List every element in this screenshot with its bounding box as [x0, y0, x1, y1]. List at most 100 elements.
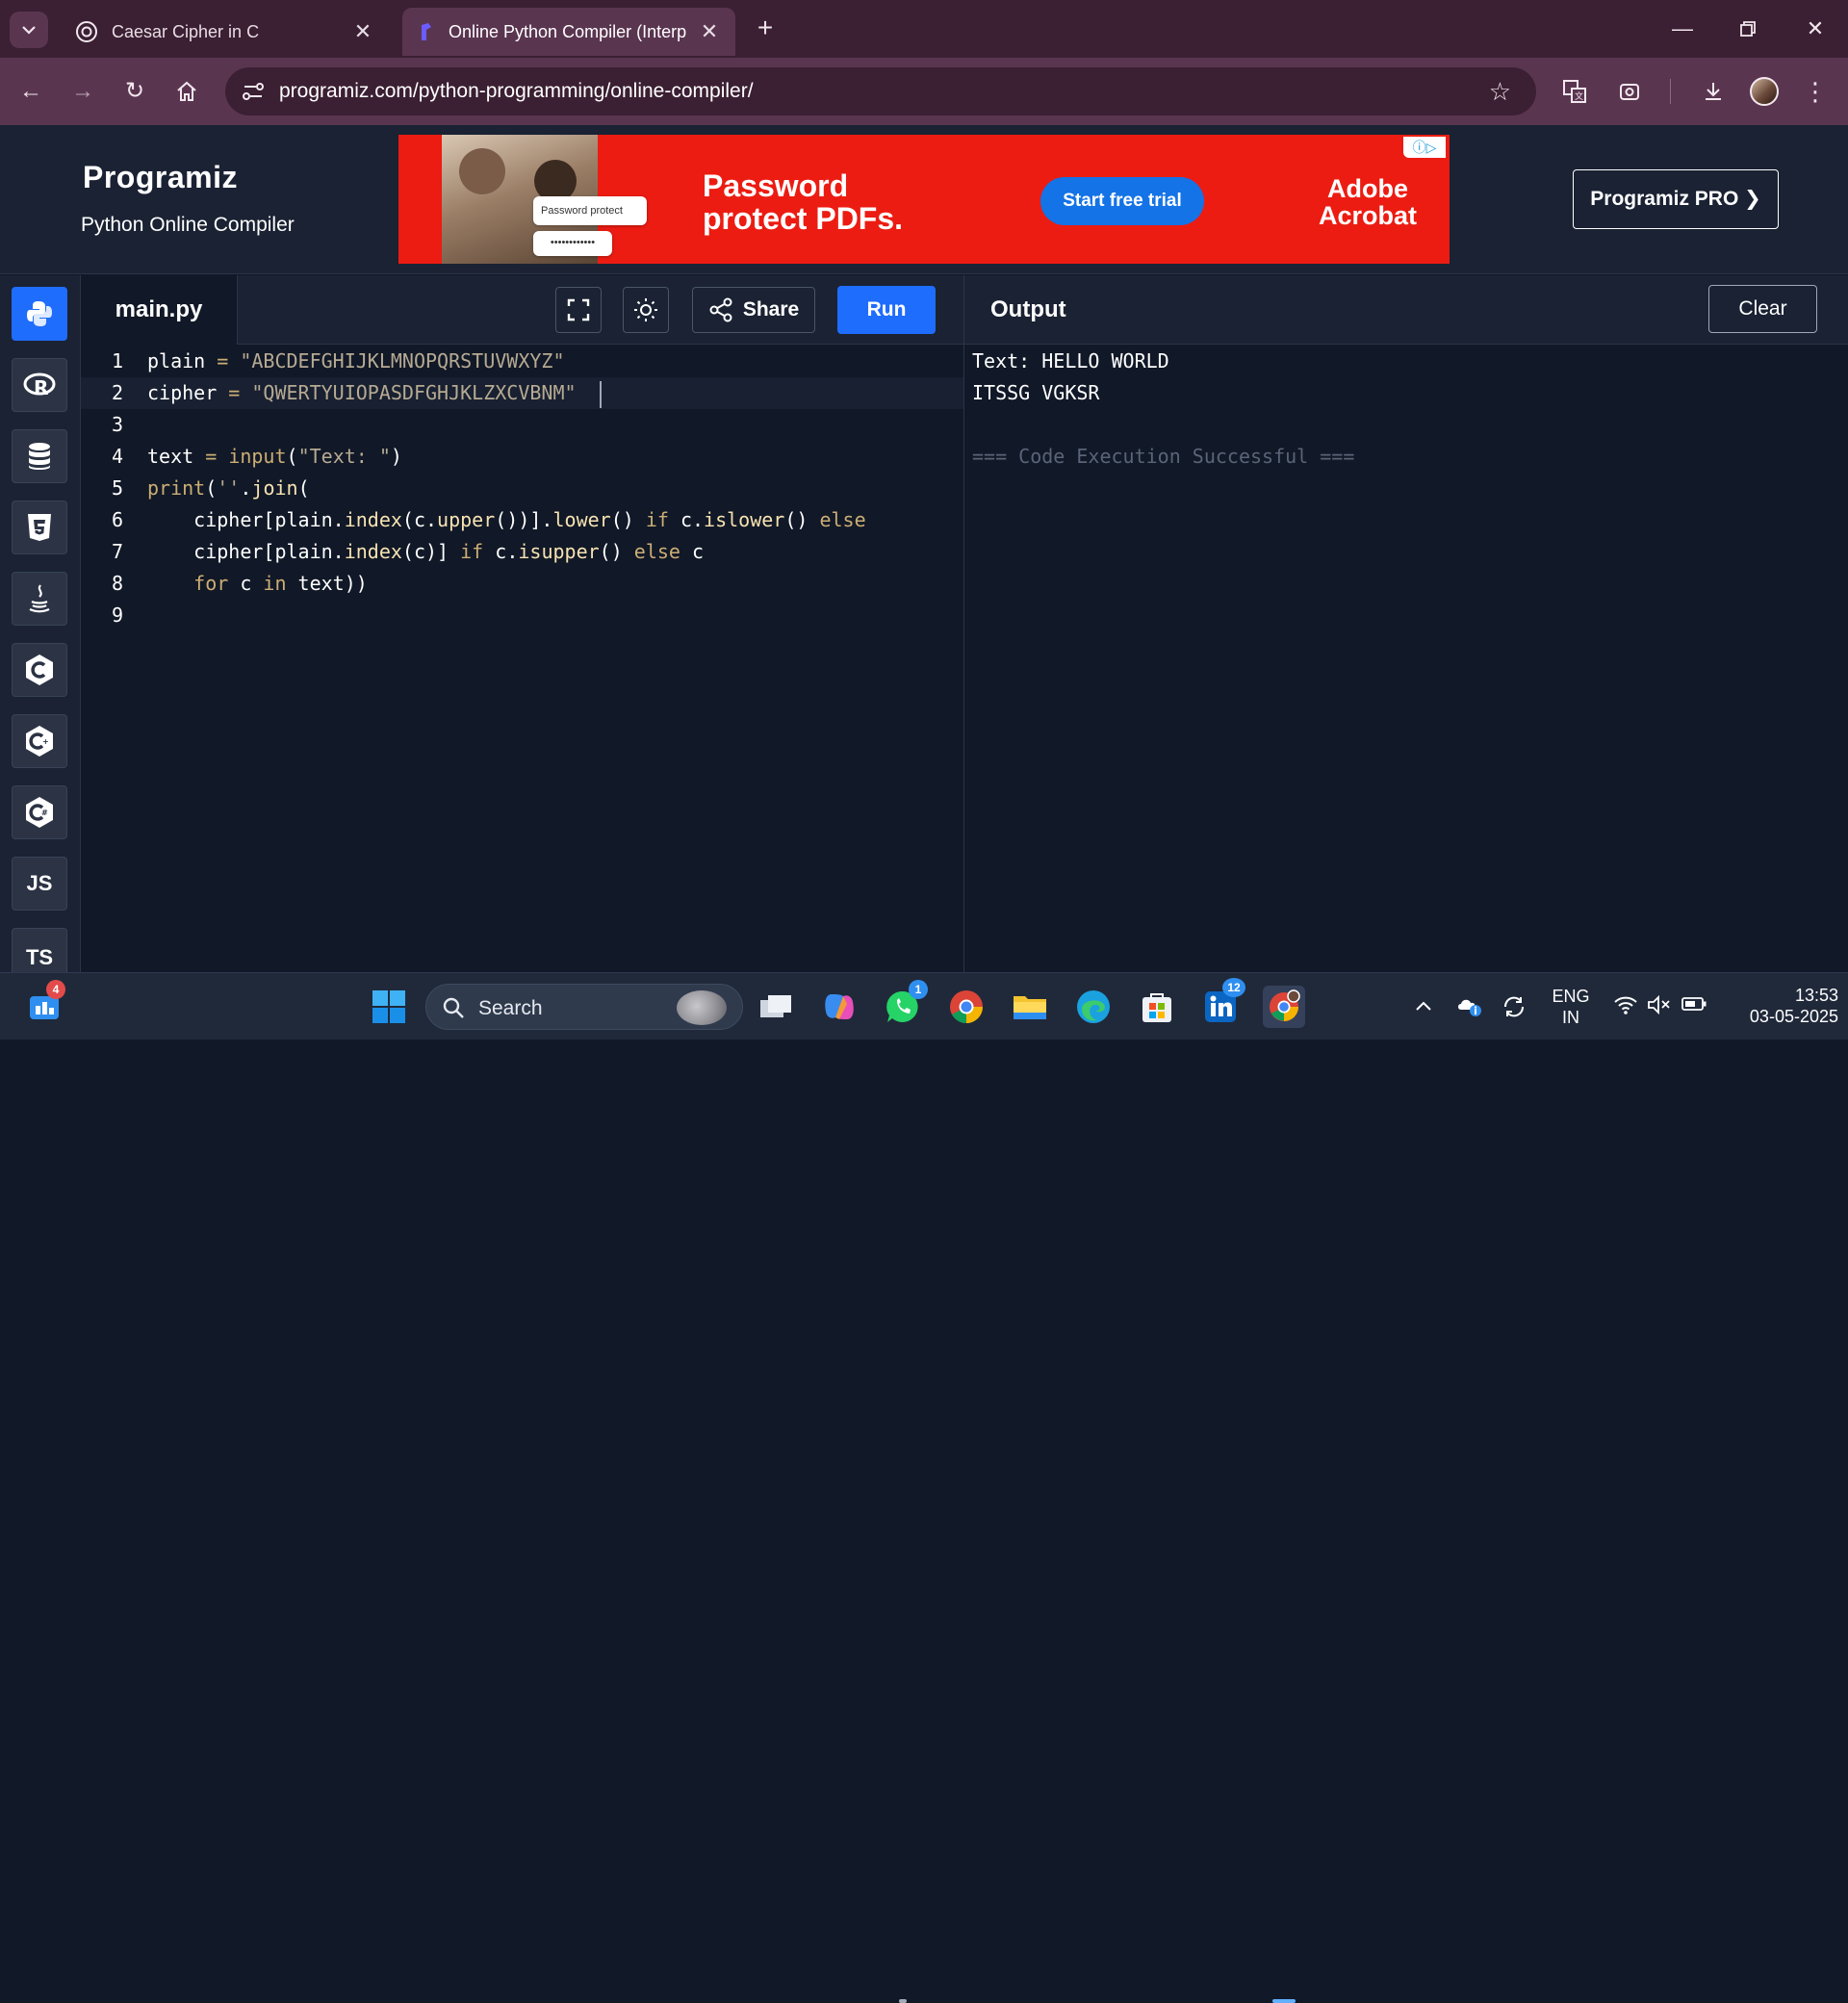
reload-icon[interactable]: ↻: [117, 74, 152, 109]
code-token: islower: [704, 508, 785, 531]
whatsapp-button[interactable]: 1: [882, 980, 928, 1028]
task-view-icon: [760, 995, 791, 1017]
code-editor[interactable]: 1 plain = "ABCDEFGHIJKLMNOPQRSTUVWXYZ" 2 ci…: [81, 345, 963, 972]
code-token: =: [205, 445, 218, 468]
widgets-badge: 4: [46, 980, 65, 999]
language-csharp[interactable]: #: [12, 785, 67, 839]
line-code[interactable]: text = input("Text: "): [147, 441, 402, 473]
adchoices-icon[interactable]: ⓘ▷: [1403, 137, 1446, 158]
tab-title: Online Python Compiler (Interp: [449, 21, 687, 41]
language-typescript[interactable]: TS: [12, 928, 67, 972]
microsoft-store-button[interactable]: [1136, 986, 1178, 1028]
code-token: cipher[plain.: [147, 508, 345, 531]
line-code[interactable]: plain = "ABCDEFGHIJKLMNOPQRSTUVWXYZ": [147, 346, 565, 377]
show-hidden-icons-chevron-up-icon[interactable]: [1411, 994, 1436, 1019]
share-button[interactable]: Share: [692, 287, 815, 333]
back-icon[interactable]: ←: [13, 74, 48, 109]
language-r[interactable]: R: [12, 358, 67, 412]
taskbar-search-box[interactable]: Search: [425, 984, 743, 1030]
bookmark-star-icon[interactable]: ☆: [1489, 77, 1511, 107]
task-view-button[interactable]: [755, 986, 797, 1028]
svg-text:R: R: [34, 376, 48, 398]
code-token: (): [784, 508, 820, 531]
downloads-icon[interactable]: [1696, 74, 1731, 109]
onedrive-info-icon[interactable]: [1455, 994, 1481, 1019]
battery-icon[interactable]: [1681, 994, 1707, 1019]
code-token: print: [147, 476, 206, 500]
file-explorer-button[interactable]: [1009, 986, 1051, 1028]
code-token: cipher: [147, 381, 229, 404]
clear-button[interactable]: Clear: [1708, 285, 1817, 333]
output-panel: Output Clear Text: HELLO WORLD ITSSG VGKS…: [963, 275, 1848, 972]
adobe-ad-banner[interactable]: Password protect •••••••••••• Password p…: [398, 135, 1450, 264]
theme-toggle-button[interactable]: [623, 287, 669, 333]
widgets-button[interactable]: 4: [23, 980, 65, 1028]
code-line[interactable]: 9: [81, 600, 963, 631]
close-window-icon[interactable]: ✕: [1796, 10, 1835, 48]
file-tab-main-py[interactable]: main.py: [81, 275, 238, 345]
edge-button[interactable]: [1072, 986, 1115, 1028]
line-code[interactable]: print(''.join(: [147, 473, 310, 504]
chrome-button[interactable]: [945, 986, 988, 1028]
profile-avatar[interactable]: [1750, 77, 1779, 106]
home-icon[interactable]: [169, 74, 204, 109]
language-cpp[interactable]: +: [12, 714, 67, 768]
clock[interactable]: 13:53 03-05-2025: [1723, 985, 1838, 1027]
url-text[interactable]: programiz.com/python-programming/online-…: [279, 80, 754, 103]
language-javascript[interactable]: JS: [12, 857, 67, 911]
line-code[interactable]: cipher[plain.index(c.upper())].lower() i…: [147, 504, 865, 536]
volume-muted-icon[interactable]: [1646, 994, 1671, 1019]
run-button[interactable]: Run: [837, 286, 936, 334]
chrome-profile-button[interactable]: [1263, 986, 1305, 1028]
forward-icon[interactable]: →: [65, 74, 100, 109]
language-python[interactable]: [12, 287, 67, 341]
programiz-favicon-icon: [422, 23, 431, 40]
browser-tab-caesar-cipher[interactable]: Caesar Cipher in C ✕: [60, 8, 389, 56]
ad-start-trial-button[interactable]: Start free trial: [1040, 177, 1204, 225]
line-code[interactable]: cipher[plain.index(c)] if c.isupper() el…: [147, 536, 704, 568]
screenshot-icon[interactable]: [1612, 74, 1647, 109]
code-token: ())].: [495, 508, 553, 531]
code-line[interactable]: 1 plain = "ABCDEFGHIJKLMNOPQRSTUVWXYZ": [81, 346, 963, 377]
code-line[interactable]: 7 cipher[plain.index(c)] if c.isupper() …: [81, 536, 963, 568]
input-language-indicator[interactable]: ENG IN: [1550, 986, 1592, 1028]
copilot-button[interactable]: [818, 986, 860, 1028]
start-button[interactable]: [368, 986, 410, 1028]
code-token: "ABCDEFGHIJKLMNOPQRSTUVWXYZ": [240, 349, 565, 372]
language-html[interactable]: [12, 501, 67, 554]
close-tab-icon[interactable]: ✕: [699, 19, 720, 44]
code-line[interactable]: 4 text = input("Text: "): [81, 441, 963, 473]
language-java[interactable]: [12, 572, 67, 626]
site-info-icon[interactable]: [239, 77, 268, 106]
line-code[interactable]: cipher = "QWERTYUIOPASDFGHJKLZXCVBNM": [147, 377, 602, 409]
close-tab-icon[interactable]: ✕: [352, 19, 373, 44]
linkedin-button[interactable]: 12: [1199, 978, 1245, 1028]
code-line[interactable]: 3: [81, 409, 963, 441]
language-c[interactable]: [12, 643, 67, 697]
fullscreen-button[interactable]: [555, 287, 602, 333]
translate-icon[interactable]: 文: [1557, 74, 1592, 109]
language-sql[interactable]: [12, 429, 67, 483]
code-token: "QWERTYUIOPASDFGHJKLZXCVBNM": [251, 381, 577, 404]
address-bar[interactable]: programiz.com/python-programming/online-…: [225, 67, 1536, 116]
wifi-icon[interactable]: [1613, 994, 1638, 1019]
line-number: 2: [111, 381, 123, 404]
tab-search-button[interactable]: [10, 12, 48, 48]
code-token: '': [217, 476, 241, 500]
code-line[interactable]: 5 print(''.join(: [81, 473, 963, 504]
code-line[interactable]: 6 cipher[plain.index(c.upper())].lower()…: [81, 504, 963, 536]
programiz-pro-button[interactable]: Programiz PRO ❯: [1573, 169, 1779, 229]
new-tab-button[interactable]: +: [751, 13, 780, 42]
code-line[interactable]: 8 for c in text)): [81, 568, 963, 600]
sync-icon[interactable]: [1502, 994, 1527, 1019]
programiz-logo[interactable]: Programiz: [83, 160, 238, 195]
minimize-icon[interactable]: —: [1663, 10, 1702, 48]
clock-time: 13:53: [1794, 986, 1838, 1005]
code-line[interactable]: 2 cipher = "QWERTYUIOPASDFGHJKLZXCVBNM": [81, 377, 963, 409]
line-code[interactable]: for c in text)): [147, 568, 368, 600]
more-menu-icon[interactable]: ⋮: [1798, 74, 1833, 109]
browser-tab-online-python-compiler[interactable]: Online Python Compiler (Interp ✕: [402, 8, 735, 56]
line-number: 6: [111, 508, 123, 531]
restore-icon[interactable]: [1729, 10, 1767, 48]
